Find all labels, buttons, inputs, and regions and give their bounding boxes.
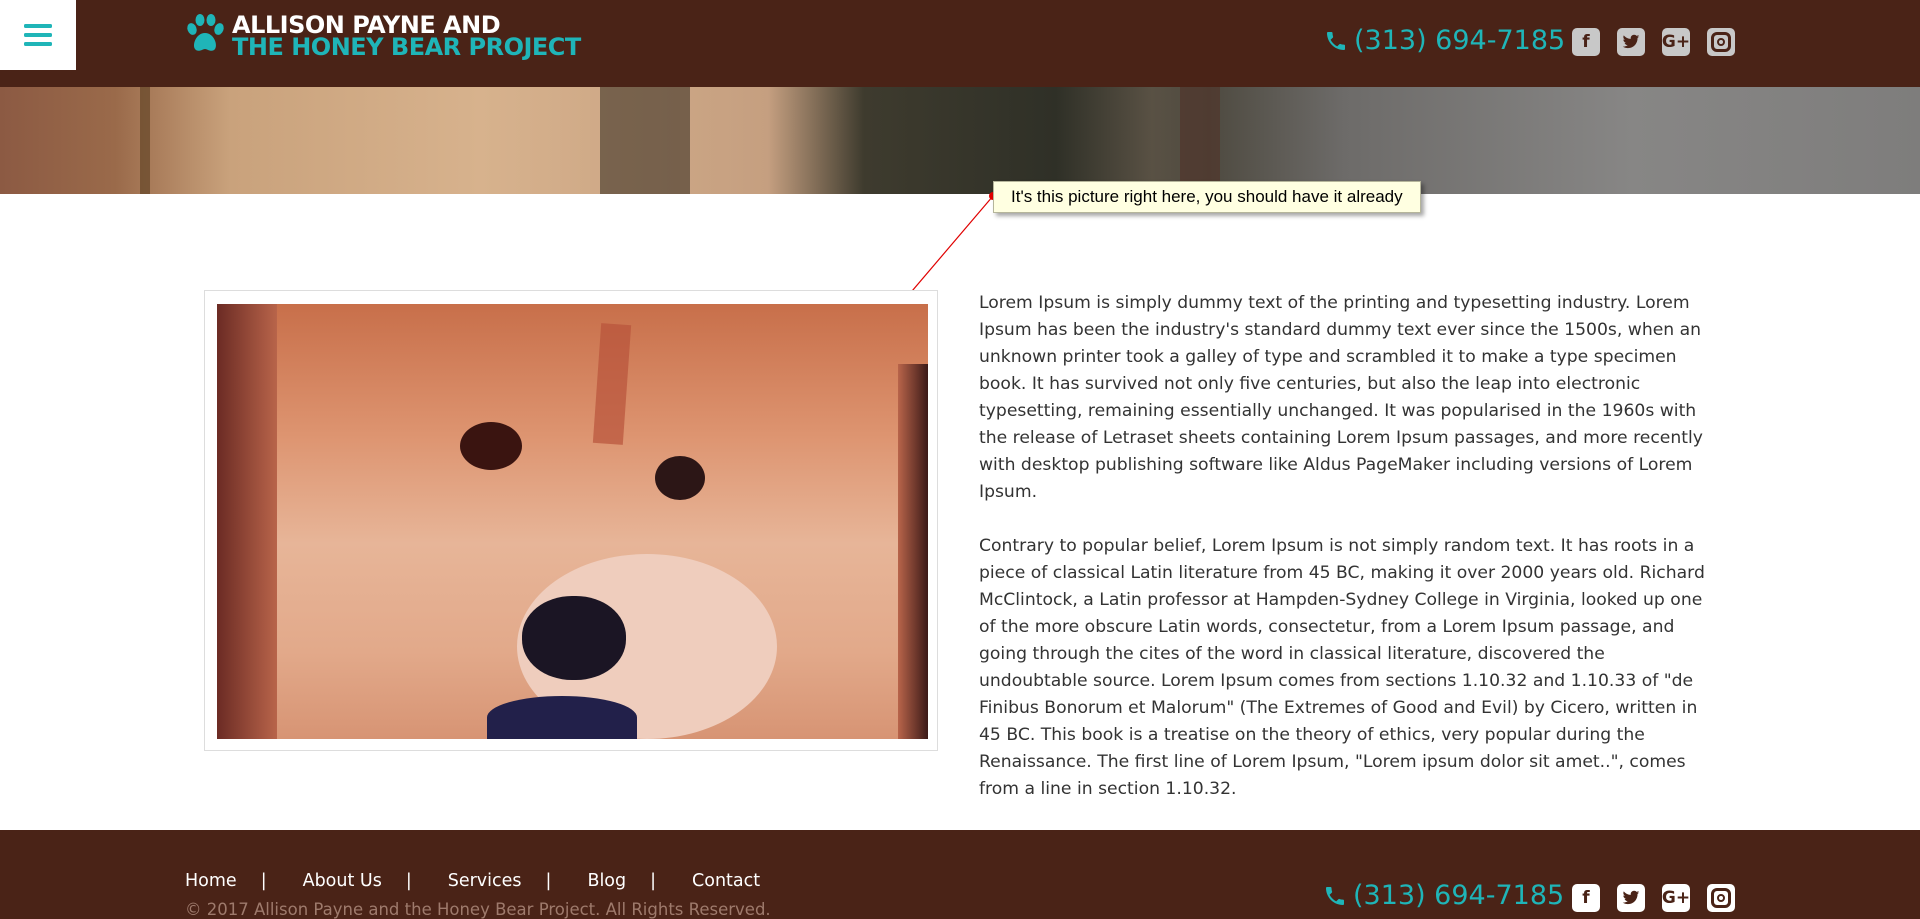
hamburger-menu-icon <box>24 24 52 46</box>
instagram-icon[interactable] <box>1707 884 1735 912</box>
hamburger-menu-button[interactable] <box>0 0 76 70</box>
footer-nav-services[interactable]: Services <box>448 871 522 891</box>
instagram-icon[interactable] <box>1707 28 1735 56</box>
footer-nav-about[interactable]: About Us <box>303 871 382 891</box>
twitter-icon[interactable] <box>1617 28 1645 56</box>
footer-nav-blog[interactable]: Blog <box>587 871 626 891</box>
content-paragraph: Lorem Ipsum is simply dummy text of the … <box>979 293 1703 502</box>
content-text: Lorem Ipsum is simply dummy text of the … <box>979 290 1715 830</box>
footer-nav: Home | About Us | Services | Blog | Cont… <box>185 871 760 891</box>
footer-social-links: f G+ <box>1572 884 1752 912</box>
site-header: ALLISON PAYNE AND THE HONEY BEAR PROJECT… <box>0 0 1920 87</box>
nav-separator: | <box>405 871 412 891</box>
phone-icon <box>1327 31 1345 50</box>
header-social-links: f G+ <box>1572 28 1752 56</box>
annotation-callout: It's this picture right here, you should… <box>993 181 1421 213</box>
google-plus-icon[interactable]: G+ <box>1662 28 1690 56</box>
header-phone-number: (313) 694-7185 <box>1354 25 1566 56</box>
nav-separator: | <box>260 871 267 891</box>
footer-nav-contact[interactable]: Contact <box>692 871 760 891</box>
paw-icon <box>187 14 224 51</box>
twitter-icon[interactable] <box>1617 884 1645 912</box>
nav-separator: | <box>545 871 552 891</box>
dog-photo-frame <box>204 290 938 751</box>
google-plus-icon[interactable]: G+ <box>1662 884 1690 912</box>
facebook-icon[interactable]: f <box>1572 28 1600 56</box>
annotation-text: It's this picture right here, you should… <box>1011 187 1403 206</box>
footer-phone-link[interactable]: (313) 694-7185 <box>1323 880 1564 911</box>
hero-banner-image <box>0 87 1920 194</box>
nav-separator: | <box>650 871 657 891</box>
dog-photo <box>217 304 928 739</box>
content-paragraph: Contrary to popular belief, Lorem Ipsum … <box>979 536 1705 799</box>
footer-phone-number: (313) 694-7185 <box>1353 880 1565 911</box>
copyright-text: © 2017 Allison Payne and the Honey Bear … <box>185 900 771 919</box>
footer-nav-home[interactable]: Home <box>185 871 237 891</box>
phone-icon <box>1326 886 1344 905</box>
header-phone-link[interactable]: (313) 694-7185 <box>1324 25 1565 56</box>
logo-title-line2: THE HONEY BEAR PROJECT <box>232 33 581 61</box>
facebook-icon[interactable]: f <box>1572 884 1600 912</box>
